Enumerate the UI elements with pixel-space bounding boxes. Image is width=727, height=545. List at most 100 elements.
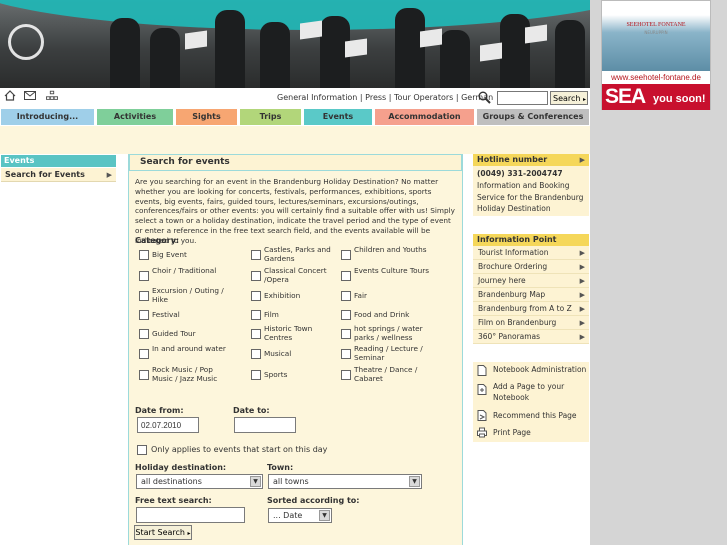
tab-activities[interactable]: Activities <box>97 109 173 125</box>
town-select[interactable]: all towns ▼ <box>268 474 422 489</box>
search-button[interactable]: Search ▸ <box>550 91 588 105</box>
tab-sights[interactable]: Sights <box>176 109 237 125</box>
mail-icon[interactable] <box>24 90 36 101</box>
arrow-right-icon: ▶ <box>579 291 585 299</box>
category-label: Festival <box>152 310 180 319</box>
holiday-destination-select[interactable]: all destinations ▼ <box>136 474 263 489</box>
info-point-item[interactable]: Journey here ▶ <box>473 274 589 288</box>
category-checkbox[interactable] <box>341 310 351 320</box>
category-checkbox[interactable] <box>341 329 351 339</box>
add-page-link[interactable]: Add a Page to your Notebook <box>493 382 583 403</box>
category-checkbox[interactable] <box>251 370 261 380</box>
info-point-item[interactable]: Brochure Ordering ▶ <box>473 260 589 274</box>
info-point-item[interactable]: Tourist Information ▶ <box>473 246 589 260</box>
separator: | <box>386 93 395 102</box>
hotline-title: Hotline number ▶ <box>473 154 589 166</box>
hotel-advert[interactable]: SEEHOTEL FONTANE NEURUPPIN www.seehotel-… <box>601 0 711 110</box>
arrow-right-icon: ▶ <box>579 156 585 164</box>
category-checkbox[interactable] <box>139 250 149 260</box>
recommend-page-link[interactable]: Recommend this Page <box>493 411 577 422</box>
search-button-label: Search <box>553 93 581 103</box>
tab-label: Events <box>322 112 354 121</box>
hotline-box: Hotline number ▶ (0049) 331-2004747 Infor… <box>473 154 589 216</box>
info-point-item[interactable]: Brandenburg from A to Z ▶ <box>473 302 589 316</box>
info-point-item-label: Journey here <box>478 276 526 285</box>
tab-label: Sights <box>192 112 221 121</box>
category-checkbox[interactable] <box>341 349 351 359</box>
info-point-item[interactable]: Brandenburg Map ▶ <box>473 288 589 302</box>
category-label: Classical Concert /Opera <box>264 266 327 284</box>
category-checkbox[interactable] <box>139 329 149 339</box>
tab-trips[interactable]: Trips <box>240 109 301 125</box>
arrow-right-icon: ▶ <box>579 277 585 285</box>
category-checkbox[interactable] <box>251 250 261 260</box>
category-checkbox[interactable] <box>139 291 149 301</box>
category-checkbox[interactable] <box>139 349 149 359</box>
category-checkbox[interactable] <box>251 349 261 359</box>
tab-groups-conferences[interactable]: Groups & Conferences <box>477 109 589 125</box>
tab-introducing[interactable]: Introducing... <box>1 109 94 125</box>
date-to-input[interactable] <box>234 417 296 433</box>
info-point-item-label: Brandenburg from A to Z <box>478 304 572 313</box>
left-nav-item-search-for-events[interactable]: Search for Events ▶ <box>1 168 116 182</box>
sitemap-icon[interactable] <box>46 90 58 101</box>
notebook-administration-link[interactable]: Notebook Administration <box>493 365 586 376</box>
hotline-title-text: Hotline number <box>477 155 548 164</box>
info-point-item-label: 360° Panoramas <box>478 332 541 341</box>
category-label: Historic Town Centres <box>264 324 313 342</box>
category-label: Guided Tour <box>152 329 196 338</box>
category-checkbox[interactable] <box>139 370 149 380</box>
category-checkbox[interactable] <box>251 310 261 320</box>
only-start-checkbox[interactable] <box>137 445 147 455</box>
tab-accommodation[interactable]: Accommodation <box>375 109 474 125</box>
category-checkbox[interactable] <box>341 250 351 260</box>
category-checkbox[interactable] <box>139 310 149 320</box>
holiday-destination-label: Holiday destination: <box>135 463 227 472</box>
start-search-label: Start Search <box>135 528 185 537</box>
sort-select[interactable]: ... Date ▼ <box>268 508 332 523</box>
information-point-box: Information Point Tourist Information ▶ Br… <box>473 234 589 346</box>
category-label: hot springs / water parks / wellness <box>354 324 423 342</box>
category-checkbox[interactable] <box>139 271 149 281</box>
category-checkbox[interactable] <box>251 329 261 339</box>
info-point-item[interactable]: 360° Panoramas ▶ <box>473 330 589 344</box>
link-general-information[interactable]: General Information <box>277 93 357 102</box>
sorted-label: Sorted according to: <box>267 496 360 505</box>
category-label: Fair <box>354 291 368 300</box>
category-label: Category: <box>135 236 180 245</box>
category-label: Food and Drink <box>354 310 410 319</box>
home-icon[interactable] <box>4 90 16 101</box>
search-input[interactable] <box>497 91 548 105</box>
info-point-item[interactable]: Film on Brandenburg ▶ <box>473 316 589 330</box>
arrow-right-icon: ▶ <box>579 263 585 271</box>
left-nav-section-events[interactable]: Events <box>1 155 116 167</box>
hotline-line-3: Holiday Destination <box>477 204 551 213</box>
category-label: Children and Youths <box>354 245 427 254</box>
category-checkbox[interactable] <box>251 291 261 301</box>
start-search-button[interactable]: Start Search ▸ <box>134 525 192 540</box>
page-title: Search for events <box>129 154 462 171</box>
category-checkbox[interactable] <box>251 271 261 281</box>
separator: | <box>357 93 366 102</box>
category-checkbox[interactable] <box>341 291 351 301</box>
tab-label: Activities <box>113 112 157 121</box>
info-point-item-label: Tourist Information <box>478 248 549 257</box>
search-icon[interactable] <box>478 91 491 104</box>
add-page-icon <box>477 384 487 395</box>
category-checkbox[interactable] <box>341 271 351 281</box>
ad-subtitle: NEURUPPIN <box>644 30 668 35</box>
category-label: Sports <box>264 370 288 379</box>
dropdown-arrow-icon: ▼ <box>409 476 420 487</box>
link-press[interactable]: Press <box>365 93 386 102</box>
only-start-label: Only applies to events that start on thi… <box>151 445 328 454</box>
information-point-title: Information Point <box>473 234 589 246</box>
category-checkbox[interactable] <box>341 370 351 380</box>
free-text-input[interactable] <box>136 507 245 523</box>
print-page-link[interactable]: Print Page <box>493 428 531 439</box>
date-from-input[interactable] <box>137 417 199 433</box>
link-tour-operators[interactable]: Tour Operators <box>394 93 453 102</box>
tab-events[interactable]: Events <box>304 109 372 125</box>
print-icon <box>477 427 487 438</box>
category-label: Theatre / Dance / Cabaret <box>354 365 418 383</box>
category-label: Rock Music / Pop Music / Jazz Music <box>152 365 218 383</box>
